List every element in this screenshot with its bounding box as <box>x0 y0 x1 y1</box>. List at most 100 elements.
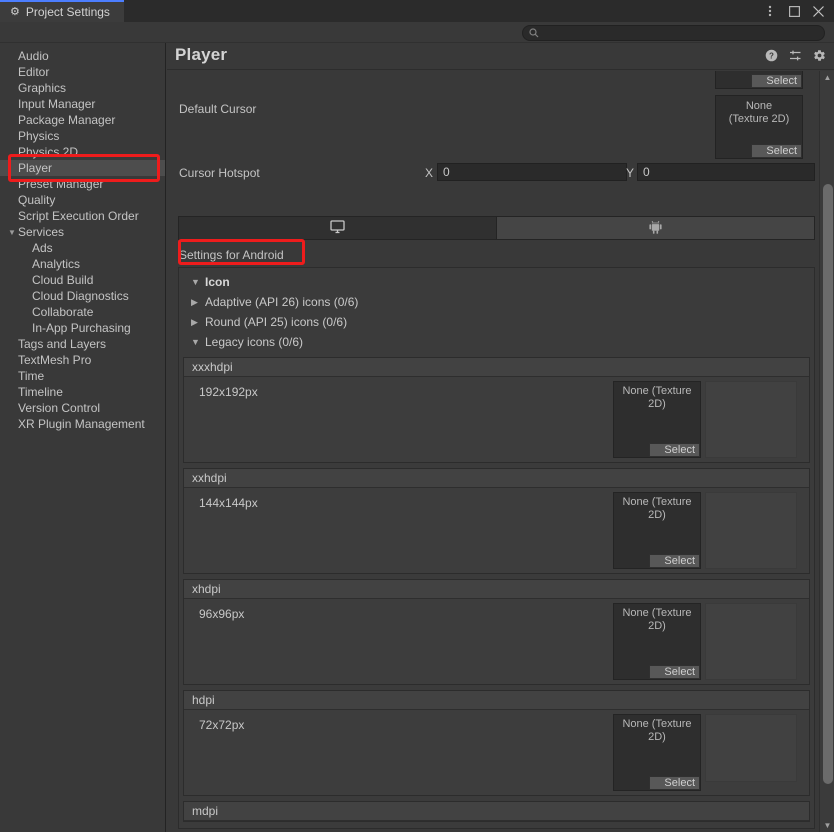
sidebar-item-ads[interactable]: Ads <box>0 240 165 256</box>
sidebar-item-in-app-purchasing[interactable]: In-App Purchasing <box>0 320 165 336</box>
sidebar-item-script-execution-order[interactable]: Script Execution Order <box>0 208 165 224</box>
sidebar-item-graphics[interactable]: Graphics <box>0 80 165 96</box>
dpi-texture-value: None (Texture 2D) <box>622 385 692 410</box>
sidebar-item-analytics[interactable]: Analytics <box>0 256 165 272</box>
hotspot-y-axis-label: Y <box>626 166 635 180</box>
previous-object-field[interactable]: Select <box>715 71 803 89</box>
sidebar-item-audio[interactable]: Audio <box>0 48 165 64</box>
sidebar-item-label: Package Manager <box>18 113 116 127</box>
hotspot-x-value: 0 <box>443 165 450 179</box>
more-options-icon[interactable] <box>763 4 777 18</box>
chevron-down-icon[interactable]: ▼ <box>191 332 205 352</box>
platform-tab-bar[interactable] <box>178 216 815 240</box>
gear-icon[interactable] <box>813 49 826 62</box>
dpi-texture-select-button[interactable]: Select <box>649 665 700 679</box>
dpi-texture-select-button[interactable]: Select <box>649 776 700 790</box>
sidebar-item-editor[interactable]: Editor <box>0 64 165 80</box>
sidebar-item-cloud-build[interactable]: Cloud Build <box>0 272 165 288</box>
dpi-texture-object-field[interactable]: None (Texture 2D) Select <box>613 381 701 458</box>
tab-android[interactable] <box>497 217 814 239</box>
hotspot-x-input[interactable]: 0 <box>437 163 627 181</box>
sidebar-item-tags-and-layers[interactable]: Tags and Layers <box>0 336 165 352</box>
search-box[interactable] <box>522 25 825 41</box>
dpi-preview-slot <box>705 603 797 680</box>
dpi-size-label: 72x72px <box>199 718 245 732</box>
window-titlebar: ⚙ Project Settings <box>0 0 834 22</box>
monitor-icon <box>330 219 345 237</box>
dpi-texture-select-button[interactable]: Select <box>649 554 700 568</box>
search-toolbar <box>0 22 834 43</box>
search-input[interactable] <box>543 26 803 40</box>
dpi-texture-select-label: Select <box>664 666 695 678</box>
foldout-adaptive-api-26-icons-0-6-[interactable]: ▶ Adaptive (API 26) icons (0/6) <box>179 292 814 312</box>
foldout-label: Legacy icons (0/6) <box>205 335 304 349</box>
close-icon[interactable] <box>811 4 825 18</box>
sidebar-item-input-manager[interactable]: Input Manager <box>0 96 165 112</box>
previous-object-select-button[interactable]: Select <box>751 74 802 88</box>
chevron-down-icon[interactable]: ▼ <box>8 225 17 241</box>
sidebar-item-physics-2d[interactable]: Physics 2D <box>0 144 165 160</box>
svg-text:?: ? <box>769 52 774 61</box>
settings-for-label: Settings for Android <box>179 248 284 262</box>
sidebar-item-timeline[interactable]: Timeline <box>0 384 165 400</box>
hotspot-y-input[interactable]: 0 <box>637 163 815 181</box>
dpi-texture-select-button[interactable]: Select <box>649 443 700 457</box>
scroll-down-arrow-icon[interactable]: ▼ <box>820 819 834 832</box>
foldout-legacy-icons-0-6-[interactable]: ▼ Legacy icons (0/6) <box>179 332 814 352</box>
dpi-card-xxhdpi: xxhdpi 144x144px None (Texture 2D) Select <box>183 468 810 574</box>
sidebar-item-collaborate[interactable]: Collaborate <box>0 304 165 320</box>
sidebar-item-services[interactable]: ▼ Services <box>0 224 165 240</box>
sidebar-item-package-manager[interactable]: Package Manager <box>0 112 165 128</box>
sidebar-item-label: Cloud Build <box>32 273 94 287</box>
window-tab-strip: ⚙ Project Settings <box>0 0 124 22</box>
maximize-icon[interactable] <box>787 4 801 18</box>
dpi-card-body: 72x72px None (Texture 2D) Select <box>184 710 809 795</box>
sidebar-item-label: Graphics <box>18 81 67 95</box>
sidebar-item-preset-manager[interactable]: Preset Manager <box>0 176 165 192</box>
tab-standalone[interactable] <box>179 217 497 239</box>
tab-project-settings[interactable]: ⚙ Project Settings <box>0 0 124 22</box>
preset-icon[interactable] <box>789 49 802 62</box>
previous-object-select-label: Select <box>766 75 797 87</box>
hotspot-y-value: 0 <box>643 165 650 179</box>
titlebar-spacer <box>124 0 763 22</box>
sidebar-item-cloud-diagnostics[interactable]: Cloud Diagnostics <box>0 288 165 304</box>
dpi-card-header: hdpi <box>184 691 809 710</box>
sidebar-item-xr-plugin-management[interactable]: XR Plugin Management <box>0 416 165 432</box>
dpi-texture-select-label: Select <box>664 555 695 567</box>
scrollbar-thumb[interactable] <box>823 184 833 784</box>
help-icon[interactable]: ? <box>765 49 778 62</box>
foldout-icon[interactable]: ▼ Icon <box>179 272 814 292</box>
sidebar-item-label: Editor <box>18 65 50 79</box>
default-cursor-value-text: None <box>745 100 773 112</box>
chevron-right-icon[interactable]: ▶ <box>191 292 205 312</box>
dpi-card-mdpi: mdpi <box>183 801 810 822</box>
sidebar-item-label: Analytics <box>32 257 81 271</box>
sidebar-item-time[interactable]: Time <box>0 368 165 384</box>
dpi-card-name: xhdpi <box>192 582 221 596</box>
dpi-texture-object-field[interactable]: None (Texture 2D) Select <box>613 492 701 569</box>
sidebar-item-version-control[interactable]: Version Control <box>0 400 165 416</box>
default-cursor-object-field[interactable]: None (Texture 2D) Select <box>715 95 803 159</box>
default-cursor-select-button[interactable]: Select <box>751 144 802 158</box>
sidebar-item-player[interactable]: Player <box>0 160 165 176</box>
sidebar-item-quality[interactable]: Quality <box>0 192 165 208</box>
dpi-texture-object-field[interactable]: None (Texture 2D) Select <box>613 603 701 680</box>
dpi-size-label: 96x96px <box>199 607 245 621</box>
dpi-texture-value: None (Texture 2D) <box>622 607 692 632</box>
sidebar-item-physics[interactable]: Physics <box>0 128 165 144</box>
vertical-scrollbar[interactable]: ▲ ▼ <box>819 71 834 832</box>
foldout-round-api-25-icons-0-6-[interactable]: ▶ Round (API 25) icons (0/6) <box>179 312 814 332</box>
search-icon <box>529 28 539 38</box>
chevron-right-icon[interactable]: ▶ <box>191 312 205 332</box>
dpi-preview-slot <box>705 492 797 569</box>
sidebar-item-textmesh-pro[interactable]: TextMesh Pro <box>0 352 165 368</box>
cursor-hotspot-label: Cursor Hotspot <box>179 166 260 180</box>
foldout-label: Adaptive (API 26) icons (0/6) <box>205 295 359 309</box>
android-icon <box>649 220 662 237</box>
sidebar-item-label: Audio <box>18 49 49 63</box>
cursor-settings-block: Select Default Cursor None (Texture 2D) … <box>167 71 815 183</box>
dpi-texture-object-field[interactable]: None (Texture 2D) Select <box>613 714 701 791</box>
settings-sidebar[interactable]: Audio Editor Graphics Input Manager Package … <box>0 43 166 832</box>
scroll-up-arrow-icon[interactable]: ▲ <box>820 71 834 84</box>
